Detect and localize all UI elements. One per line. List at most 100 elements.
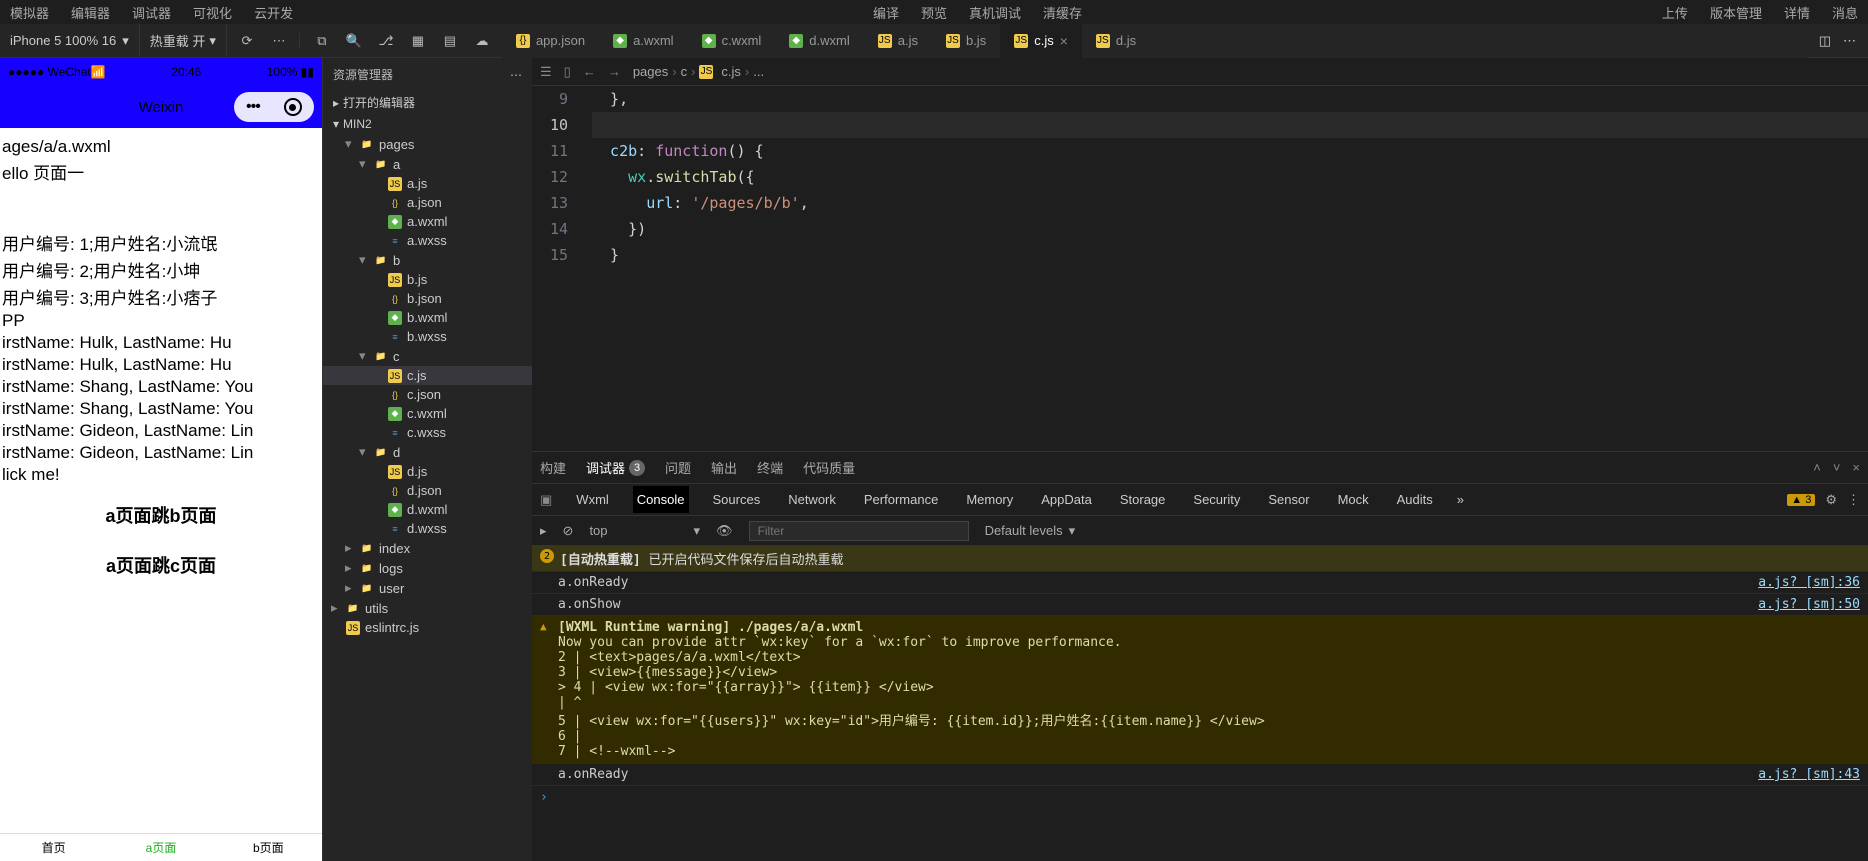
source-link[interactable]: a.js? [sm]:43 (1758, 767, 1860, 782)
tree-folder[interactable]: ▸📁logs (323, 558, 532, 578)
split-editor-icon[interactable]: ◫ (1819, 33, 1831, 49)
breadcrumb-item[interactable]: c.js (721, 64, 741, 79)
toggle-icon[interactable]: ☰ (540, 64, 552, 80)
more-icon[interactable]: ⋯ (1843, 33, 1856, 49)
code-body[interactable]: }, c2b: function() { wx.switchTab({ url:… (584, 86, 1868, 451)
more-icon[interactable]: ⋮ (1847, 492, 1860, 508)
refresh-icon[interactable]: ⟳ (239, 33, 255, 49)
nav-forward-icon[interactable]: → (608, 64, 621, 79)
tree-file[interactable]: JSd.js (323, 462, 532, 481)
tree-file[interactable]: JSb.js (323, 270, 532, 289)
tree-file[interactable]: JSc.js (323, 366, 532, 385)
editor-tab[interactable]: ◆c.wxml (688, 24, 776, 58)
devtools-tab[interactable]: Storage (1116, 486, 1170, 513)
device-selector[interactable]: iPhone 5 100% 16 ▾ (0, 24, 140, 57)
warning-badge[interactable]: ▲ 3 (1787, 494, 1815, 506)
context-selector[interactable]: top ▾ (589, 523, 700, 539)
tree-folder[interactable]: ▾📁d (323, 442, 532, 462)
code-line[interactable]: } (592, 242, 1868, 268)
tree-folder[interactable]: ▸📁index (323, 538, 532, 558)
menu-item[interactable]: 版本管理 (1710, 3, 1762, 22)
filter-input[interactable] (749, 521, 969, 541)
more-icon[interactable]: ⋯ (271, 33, 287, 49)
editor-tab[interactable]: ◆a.wxml (599, 24, 687, 58)
clear-icon[interactable]: ▸ (540, 523, 547, 539)
capsule-menu-icon[interactable]: ••• (246, 98, 260, 116)
breadcrumb-item[interactable]: pages (633, 64, 668, 79)
tree-file[interactable]: {}a.json (323, 193, 532, 212)
source-link[interactable]: a.js? [sm]:50 (1758, 597, 1860, 612)
editor-tab[interactable]: JSc.js× (1000, 24, 1082, 58)
devtools-tab[interactable]: Memory (962, 486, 1017, 513)
menu-item[interactable]: 消息 (1832, 3, 1858, 22)
devtools-tab[interactable]: Sources (709, 486, 765, 513)
menu-item[interactable]: 清缓存 (1043, 3, 1082, 22)
close-icon[interactable]: × (1060, 33, 1068, 49)
code-line[interactable]: }) (592, 216, 1868, 242)
tabbar-item[interactable]: a页面 (107, 834, 214, 861)
editor-tab[interactable]: JSa.js (864, 24, 932, 58)
nav-button[interactable]: a页面跳b页面 (4, 494, 318, 536)
tree-folder[interactable]: ▸📁utils (323, 598, 532, 618)
bottom-tab[interactable]: 构建 (540, 458, 566, 477)
code-line[interactable] (592, 112, 1868, 138)
grid-icon[interactable]: ▦ (410, 33, 426, 49)
menu-item[interactable]: 调试器 (132, 3, 171, 22)
tree-file[interactable]: ≡d.wxss (323, 519, 532, 538)
tree-file[interactable]: JSeslintrc.js (323, 618, 532, 637)
tree-file[interactable]: JSa.js (323, 174, 532, 193)
menu-item[interactable]: 编译 (873, 3, 899, 22)
devtools-tab[interactable]: Mock (1334, 486, 1373, 513)
menu-item[interactable]: 真机调试 (969, 3, 1021, 22)
code-editor[interactable]: 9101112131415 }, c2b: function() { wx.sw… (532, 86, 1868, 451)
more-tabs-icon[interactable]: » (1457, 492, 1464, 507)
devtools-tab[interactable]: Security (1189, 486, 1244, 513)
editor-tab[interactable]: JSd.js (1082, 24, 1150, 58)
tabbar-item[interactable]: b页面 (215, 834, 322, 861)
tree-folder[interactable]: ▾📁b (323, 250, 532, 270)
editor-tab[interactable]: ◆d.wxml (775, 24, 863, 58)
tabbar-item[interactable]: 首页 (0, 834, 107, 861)
devtools-tab[interactable]: Console (633, 486, 689, 513)
breadcrumb-item[interactable]: ... (753, 64, 764, 79)
menu-item[interactable]: 编辑器 (71, 3, 110, 22)
more-icon[interactable]: ⋯ (510, 68, 522, 82)
eye-icon[interactable]: 👁 (716, 523, 733, 539)
tree-file[interactable]: ◆d.wxml (323, 500, 532, 519)
tree-folder[interactable]: ▾📁pages (323, 134, 532, 154)
nav-button[interactable]: a页面跳c页面 (4, 544, 318, 586)
opened-editors-header[interactable]: ▸ 打开的编辑器 (323, 91, 532, 114)
code-line[interactable]: c2b: function() { (592, 138, 1868, 164)
close-icon[interactable]: × (1852, 460, 1860, 475)
tree-file[interactable]: ◆b.wxml (323, 308, 532, 327)
cloud-icon[interactable]: ☁ (474, 33, 490, 49)
tree-folder[interactable]: ▾📁c (323, 346, 532, 366)
project-header[interactable]: ▾ MIN2 (323, 114, 532, 134)
tree-file[interactable]: ≡a.wxss (323, 231, 532, 250)
devtools-tab[interactable]: Wxml (572, 486, 613, 513)
bottom-tab[interactable]: 输出 (711, 458, 737, 477)
files-icon[interactable]: ⧉ (314, 33, 330, 49)
tree-folder[interactable]: ▸📁user (323, 578, 532, 598)
devtools-tab[interactable]: Sensor (1264, 486, 1313, 513)
expand-icon[interactable]: ˅ (1833, 460, 1841, 475)
editor-tab[interactable]: JSb.js (932, 24, 1000, 58)
bottom-tab[interactable]: 代码质量 (803, 458, 855, 477)
editor-tab[interactable]: {}app.json (502, 24, 599, 58)
devtools-tab[interactable]: Network (784, 486, 840, 513)
devtools-tab[interactable]: Audits (1393, 486, 1437, 513)
source-link[interactable]: a.js? [sm]:36 (1758, 575, 1860, 590)
capsule-close-icon[interactable] (284, 98, 302, 116)
branch-icon[interactable]: ⎇ (378, 33, 394, 49)
bottom-tab[interactable]: 问题 (665, 458, 691, 477)
tree-file[interactable]: ≡b.wxss (323, 327, 532, 346)
collapse-icon[interactable]: ˄ (1813, 460, 1821, 475)
tree-folder[interactable]: ▾📁a (323, 154, 532, 174)
code-line[interactable]: url: '/pages/b/b', (592, 190, 1868, 216)
inspect-icon[interactable]: ▣ (540, 492, 552, 508)
tree-file[interactable]: ◆a.wxml (323, 212, 532, 231)
layout-icon[interactable]: ▤ (442, 33, 458, 49)
devtools-tab[interactable]: Performance (860, 486, 942, 513)
devtools-tab[interactable]: AppData (1037, 486, 1096, 513)
clear-console-icon[interactable]: ⊘ (563, 523, 574, 539)
